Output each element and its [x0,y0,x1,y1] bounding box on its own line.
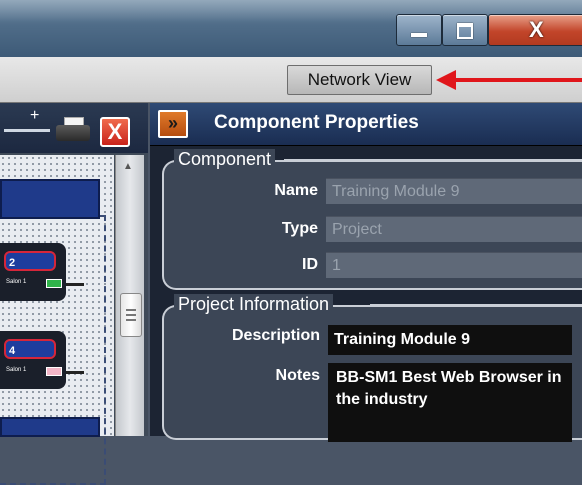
network-node[interactable]: 2 Salon 1 [0,243,84,301]
canvas-scrollbar[interactable]: ▲ [115,155,144,436]
project-information-group: Project Information Description Training… [162,294,582,442]
description-field[interactable]: Training Module 9 [328,325,572,355]
project-information-legend: Project Information [174,294,334,315]
component-properties-panel: » Component Properties Component Name Tr… [150,103,582,442]
close-icon: X [529,17,544,42]
window-title-bar: X [0,0,582,57]
legend-rule [370,304,582,306]
minimize-icon [411,33,427,37]
grip-line [126,314,136,316]
network-view-button[interactable]: Network View [287,65,432,95]
minimize-button[interactable] [396,14,442,46]
network-node[interactable]: 4 Salon 1 [0,331,84,389]
maximize-button[interactable] [442,14,488,46]
network-bar-bottom[interactable] [0,417,100,437]
component-group: Component Name Training Module 9 Type Pr… [162,149,582,290]
name-field: Training Module 9 [326,178,582,204]
type-field: Project [326,216,582,242]
component-legend: Component [174,149,276,170]
network-bar-top[interactable] [0,179,100,219]
node-id-tag: 4 [4,339,56,359]
zoom-slider[interactable] [4,129,50,132]
canvas-toolbar: + X [0,103,148,153]
printer-icon[interactable] [56,117,92,145]
id-field: 1 [326,252,582,278]
annotation-arrow [452,78,582,82]
node-id-tag: 2 [4,251,56,271]
notes-label: Notes [275,367,320,384]
grip-line [126,319,136,321]
legend-rule [284,159,582,161]
node-port-label: Salon 1 [6,279,27,285]
zoom-in-icon[interactable]: + [30,107,39,125]
properties-title: Component Properties [214,112,419,133]
view-toolbar: Network View [0,57,582,103]
scroll-up-icon[interactable]: ▲ [123,161,133,172]
grip-line [126,309,136,311]
id-label: ID [302,256,318,273]
node-status-led [46,367,62,376]
notes-field[interactable]: BB-SM1 Best Web Browser in the industry [328,363,572,442]
network-canvas[interactable]: 2 Salon 1 4 Salon 1 [0,155,114,485]
node-connector [66,283,84,286]
node-port-label: Salon 1 [6,367,27,373]
description-label: Description [231,327,320,344]
node-connector [66,371,84,374]
type-label: Type [281,220,318,237]
scrollbar-thumb[interactable] [120,293,142,337]
network-canvas-panel: + X 2 Salon 1 4 Salon 1 ▲ [0,103,148,485]
properties-header: » Component Properties [150,103,582,146]
node-status-led [46,279,62,288]
name-label: Name [274,182,318,199]
expand-chevron-icon[interactable]: » [158,110,188,138]
close-window-button[interactable]: X [488,14,582,46]
delete-button[interactable]: X [100,117,130,147]
maximize-icon [457,23,473,39]
printer-body [56,125,90,141]
